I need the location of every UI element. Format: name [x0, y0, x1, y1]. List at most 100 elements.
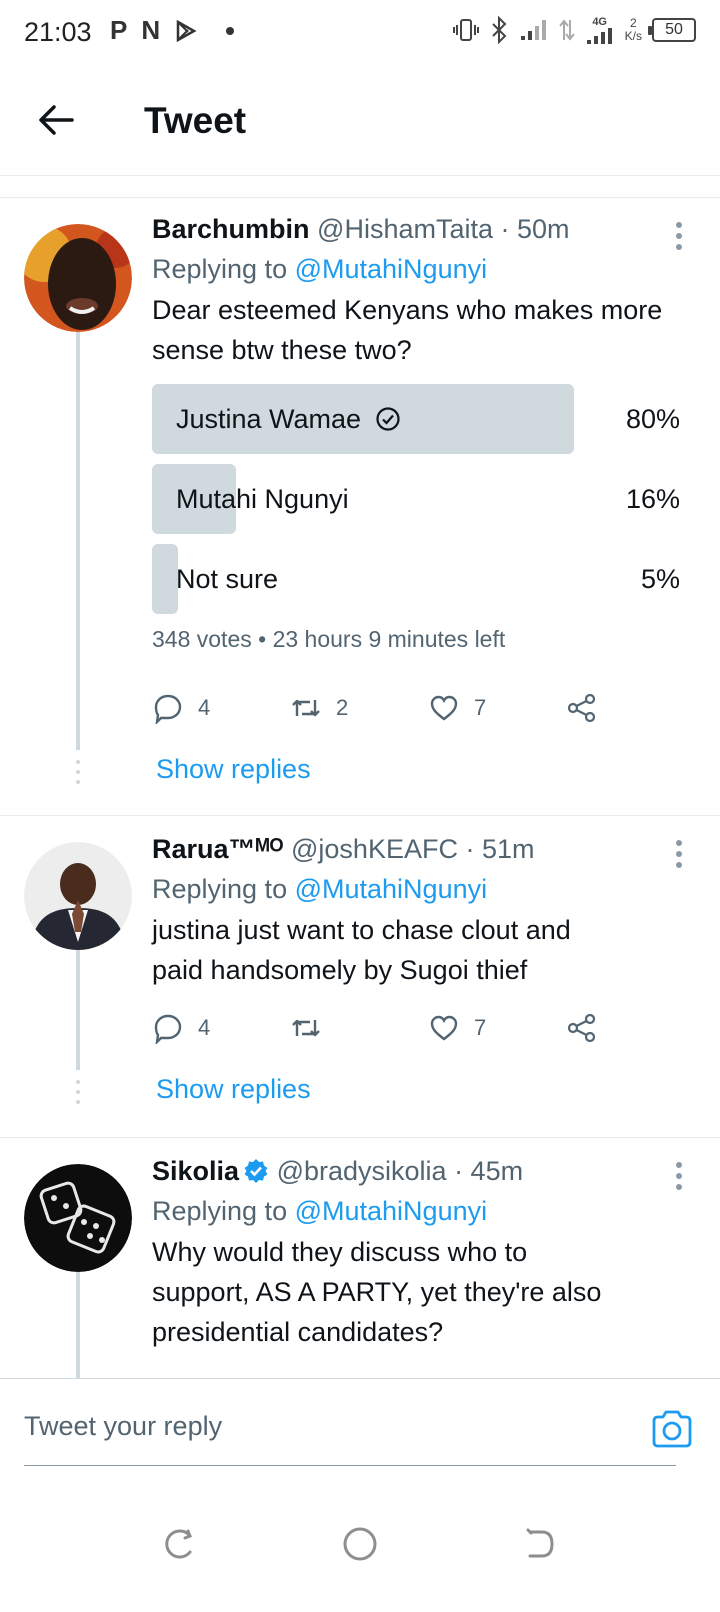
thread-line [76, 332, 80, 750]
display-name[interactable]: Rarua™ᴹᴼ [152, 834, 283, 864]
heart-icon [430, 695, 458, 721]
tweet-body: Rarua™ᴹᴼ @joshKEAFC · 51m Replying to @M… [152, 830, 680, 990]
tweet-body: Sikolia @bradysikolia · 45m Replying to … [152, 1152, 680, 1352]
reply-button[interactable]: 4 [152, 692, 290, 724]
poll-option-percent: 80% [625, 403, 680, 434]
share-icon [567, 693, 596, 723]
network-speed: 2 K/s [624, 16, 642, 43]
show-replies-link[interactable]: Show replies [156, 1074, 311, 1105]
network-type: 4G [592, 16, 607, 28]
replying-to-handle[interactable]: @MutahiNgunyi [295, 874, 488, 904]
system-nav-bar [0, 1484, 720, 1612]
retweet-button[interactable]: 2 [290, 692, 428, 724]
tweet-header: Sikolia @bradysikolia · 45m [152, 1152, 680, 1190]
section-divider [0, 176, 720, 198]
network-indicator: 4G [585, 16, 615, 44]
avatar[interactable] [24, 224, 132, 332]
reply-button[interactable]: 4 [152, 1012, 290, 1044]
share-icon [567, 1013, 596, 1043]
handle[interactable]: @bradysikolia [277, 1156, 447, 1186]
show-replies-link[interactable]: Show replies [156, 754, 311, 785]
back-nav-icon[interactable] [518, 1522, 562, 1566]
n-notification-icon: N [141, 15, 161, 45]
signal-4g-icon [586, 28, 612, 44]
display-name[interactable]: Barchumbin [152, 214, 310, 244]
poll-option-percent: 5% [640, 563, 680, 594]
reply-count: 4 [198, 695, 211, 720]
tweet-text: Dear esteemed Kenyans who makes more sen… [152, 295, 663, 365]
vibrate-icon [452, 19, 479, 41]
share-button[interactable] [566, 1012, 704, 1044]
tweet-body: Barchumbin @HishamTaita · 50m Replying t… [152, 210, 680, 653]
retweet-icon [292, 699, 320, 717]
home-icon[interactable] [338, 1522, 382, 1566]
avatar[interactable] [24, 1164, 132, 1272]
verified-badge-icon [244, 1159, 268, 1183]
poll: Justina Wamae 80% Mutahi Ngunyi 16% Not … [152, 384, 680, 653]
heart-icon [430, 1015, 458, 1041]
signal-icon [520, 20, 546, 40]
data-arrows-icon [558, 19, 575, 41]
retweet-button[interactable] [290, 1012, 428, 1044]
handle[interactable]: @HishamTaita [317, 214, 493, 244]
reply-composer: Tweet your reply [0, 1378, 720, 1484]
tweet-text: justina just want to chase clout and pai… [152, 915, 571, 985]
top-app-bar: Tweet [0, 66, 720, 176]
poll-option-percent: 16% [625, 483, 680, 514]
p-notification-icon: P [110, 15, 128, 45]
timestamp: · 51m [465, 834, 535, 864]
camera-icon[interactable] [650, 1407, 694, 1451]
bluetooth-icon [491, 16, 507, 44]
tweet-card[interactable]: Sikolia @bradysikolia · 45m Replying to … [0, 1138, 720, 1378]
page-title: Tweet [144, 100, 247, 141]
reply-count: 4 [198, 1015, 211, 1040]
poll-option-label: Mutahi Ngunyi [176, 483, 349, 514]
tweet-actions: 4 7 [152, 1012, 704, 1044]
recent-apps-icon[interactable] [158, 1522, 202, 1566]
battery-icon: 50 [648, 18, 696, 42]
status-time: 21:03 [24, 17, 92, 47]
replying-to-handle[interactable]: @MutahiNgunyi [295, 254, 488, 284]
poll-option: Not sure 5% [152, 544, 680, 614]
handle[interactable]: @joshKEAFC [291, 834, 458, 864]
like-button[interactable]: 7 [428, 1012, 566, 1044]
reply-icon [154, 1014, 182, 1044]
tweet-actions: 4 2 7 [152, 692, 704, 724]
tweet-card[interactable]: Rarua™ᴹᴼ @joshKEAFC · 51m Replying to @M… [0, 816, 720, 1138]
system-status-icons: 4G 2 K/s 50 [452, 16, 696, 44]
timestamp: · 50m [500, 214, 570, 244]
like-count: 7 [474, 695, 487, 720]
tweet-card[interactable]: Barchumbin @HishamTaita · 50m Replying t… [0, 198, 720, 816]
reply-icon [154, 694, 182, 724]
status-bar: 21:03 P N 4G 2 K/s 50 [0, 0, 720, 66]
reply-input[interactable]: Tweet your reply [24, 1411, 222, 1442]
timestamp: · 45m [454, 1156, 524, 1186]
replying-to: Replying to @MutahiNgunyi [152, 254, 488, 284]
more-notifications-dot [226, 26, 235, 35]
thread-dots [74, 760, 82, 790]
tweet-text: Why would they discuss who to support, A… [152, 1237, 602, 1347]
replying-to: Replying to @MutahiNgunyi [152, 1196, 488, 1226]
like-count: 7 [474, 1015, 487, 1040]
replying-to-handle[interactable]: @MutahiNgunyi [295, 1196, 488, 1226]
reply-input-underline [24, 1465, 676, 1466]
poll-option: Mutahi Ngunyi 16% [152, 464, 680, 534]
notification-icons: P N [110, 15, 235, 46]
poll-option-label: Justina Wamae [176, 403, 362, 434]
tweet-header: Barchumbin @HishamTaita · 50m [152, 210, 680, 248]
share-button[interactable] [566, 692, 704, 724]
like-button[interactable]: 7 [428, 692, 566, 724]
back-arrow-icon[interactable] [32, 94, 84, 146]
thread-dots [74, 1080, 82, 1110]
retweet-count: 2 [336, 695, 349, 720]
thread-line [76, 1272, 80, 1378]
display-name[interactable]: Sikolia [152, 1156, 239, 1186]
play-store-icon [176, 19, 197, 42]
replying-to: Replying to @MutahiNgunyi [152, 874, 488, 904]
poll-option: Justina Wamae 80% [152, 384, 680, 454]
check-circle-icon [376, 407, 400, 431]
thread-line [76, 950, 80, 1070]
avatar[interactable] [24, 842, 132, 950]
tweet-header: Rarua™ᴹᴼ @joshKEAFC · 51m [152, 830, 680, 868]
retweet-icon [292, 1019, 320, 1037]
